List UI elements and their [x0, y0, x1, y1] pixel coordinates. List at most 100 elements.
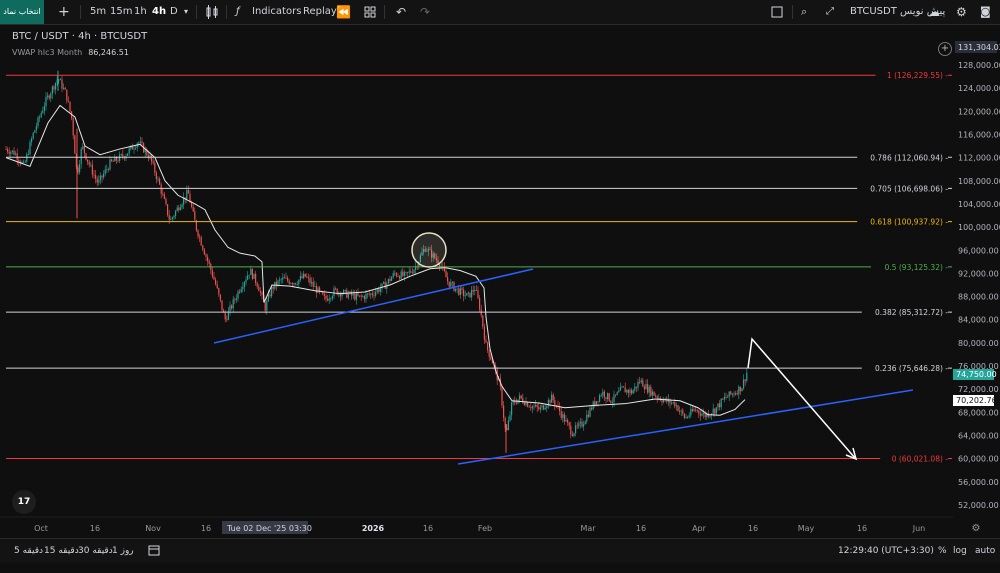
candle-body	[48, 95, 50, 99]
candle-body	[365, 294, 367, 300]
candle-body	[63, 87, 65, 89]
indicators-button[interactable]: Indicators	[252, 0, 301, 24]
indicator-legend[interactable]: VWAP hlc3 Month 86,246.51	[12, 48, 129, 57]
calendar-icon[interactable]	[148, 539, 160, 563]
candle-body	[509, 415, 511, 421]
indicators-icon[interactable]: ƒ	[236, 0, 240, 24]
candle-body	[539, 407, 541, 410]
time-tick-label: Jun	[912, 524, 926, 533]
candle-body	[101, 175, 103, 178]
price-tick-label: 84,000.00	[958, 316, 999, 325]
candle-body	[173, 215, 175, 218]
symbol-search-button[interactable]: انتخاب نماد	[0, 0, 44, 24]
interval-5m[interactable]: 5m	[90, 0, 106, 24]
candle-body	[560, 411, 562, 418]
range-5m[interactable]: 5 دقیقه	[14, 539, 43, 563]
price-chart[interactable]: 1 (126,229.55) - 0.786 (112,060.94) - 0.70…	[0, 25, 1000, 542]
fib-level-label: 1 (126,229.55) -	[887, 71, 948, 80]
candle-body	[312, 281, 314, 287]
range-1d[interactable]: 1 روز	[112, 539, 134, 563]
candles-layer	[5, 70, 748, 453]
candle-body	[397, 275, 399, 277]
clock-timezone[interactable]: 12:29:40 (UTC+3:30)	[838, 539, 934, 563]
candle-body	[722, 398, 724, 400]
candle-body	[151, 155, 153, 162]
candle-body	[714, 408, 716, 414]
candle-body	[85, 153, 87, 160]
price-tick-label: 72,000.00	[958, 385, 999, 394]
interval-d[interactable]: D	[170, 0, 178, 24]
cloud-icon[interactable]: ☁	[928, 0, 940, 24]
interval-dropdown-icon[interactable]: ▾	[184, 0, 188, 24]
candle-body	[79, 163, 81, 173]
settings-icon[interactable]: ⚙	[956, 0, 967, 24]
price-tick-label: 112,000.00	[958, 154, 1000, 163]
candle-body	[400, 271, 402, 279]
replay-icon[interactable]: ⏪	[336, 0, 351, 24]
interval-15m[interactable]: 15m	[110, 0, 132, 24]
candle-body	[72, 118, 74, 136]
candle-body	[323, 294, 325, 296]
candle-body	[77, 167, 79, 173]
candle-body	[690, 409, 692, 416]
interval-1h[interactable]: 1h	[134, 0, 147, 24]
candle-body	[261, 292, 263, 295]
redo-icon[interactable]: ↷	[420, 0, 430, 24]
candle-body	[632, 390, 634, 394]
candle-body	[191, 202, 193, 207]
candle-type-icon[interactable]	[205, 0, 219, 24]
candle-body	[127, 153, 129, 156]
candle-body	[531, 406, 533, 409]
candle-body	[155, 172, 157, 180]
candle-body	[74, 135, 76, 154]
fullscreen-square-icon[interactable]	[771, 0, 783, 24]
price-top-label: 131,304.02	[958, 43, 1000, 52]
candle-body	[109, 159, 111, 170]
layouts-icon[interactable]	[364, 0, 376, 24]
candle-body	[483, 326, 485, 340]
candle-body	[699, 413, 701, 416]
candle-body	[375, 292, 377, 296]
log-toggle[interactable]: log	[953, 539, 967, 563]
candle-body	[355, 293, 357, 300]
range-15m[interactable]: 15 دقیقه	[44, 539, 79, 563]
camera-icon[interactable]: ◙	[980, 0, 991, 24]
candle-body	[597, 401, 599, 402]
candle-body	[743, 379, 745, 389]
candle-body	[469, 292, 471, 298]
candle-body	[50, 93, 52, 99]
candle-body	[623, 386, 625, 388]
candle-body	[352, 293, 354, 296]
candle-body	[231, 305, 233, 309]
search-icon[interactable]: ⌕	[801, 0, 807, 24]
candle-body	[202, 245, 204, 250]
expand-icon[interactable]: ⤢	[826, 0, 834, 24]
candle-body	[658, 397, 660, 399]
candle-body	[103, 173, 105, 178]
add-symbol-icon[interactable]: +	[58, 0, 70, 24]
candle-body	[259, 290, 261, 293]
candle-body	[384, 282, 386, 289]
candle-body	[47, 95, 49, 97]
candle-body	[573, 433, 575, 437]
add-indicator-icon[interactable]: +	[938, 42, 952, 56]
candle-body	[735, 393, 737, 395]
candle-body	[479, 298, 481, 310]
candle-body	[584, 421, 586, 425]
candle-body	[450, 282, 452, 287]
candle-body	[576, 425, 578, 427]
candle-body	[543, 405, 545, 410]
replay-button[interactable]: Replay	[303, 0, 337, 24]
candle-body	[402, 271, 404, 276]
percent-toggle[interactable]: %	[938, 539, 947, 563]
auto-toggle[interactable]: auto	[975, 539, 995, 563]
candle-body	[575, 425, 577, 434]
range-30m[interactable]: 30 دقیقه	[78, 539, 113, 563]
candle-body	[602, 391, 604, 396]
candle-body	[463, 289, 465, 297]
time-axis-settings-icon: ⚙	[972, 523, 981, 534]
candle-body	[335, 288, 337, 290]
undo-icon[interactable]: ↶	[396, 0, 406, 24]
interval-4h[interactable]: 4h	[152, 0, 166, 24]
candle-body	[277, 280, 279, 286]
